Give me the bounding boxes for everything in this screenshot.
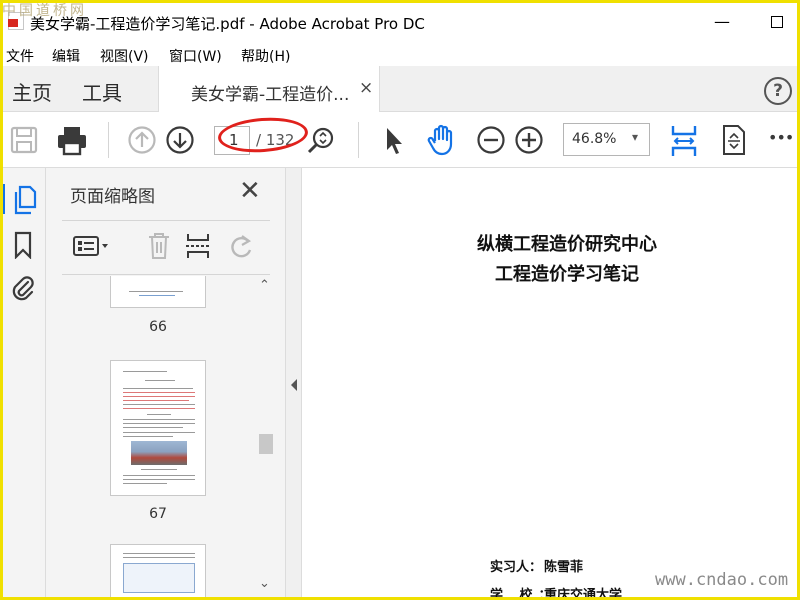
thumbnail-options-icon[interactable] [72,232,112,260]
document-title-line2: 工程造价学习笔记 [495,264,639,285]
panel-splitter[interactable] [286,168,302,600]
scroll-down-icon[interactable]: ⌄ [259,576,270,591]
active-rail-indicator [0,184,5,214]
minimize-button[interactable]: — [710,10,734,34]
toolbar-separator [358,122,359,158]
zoom-in-icon[interactable] [514,125,544,155]
more-icon[interactable]: ••• [768,128,794,147]
tab-home[interactable]: 主页 [12,77,52,106]
thumbnail-page-number: 66 [149,319,167,335]
menu-window[interactable]: 窗口(W) [169,46,222,66]
chevron-down-icon: ▾ [632,130,639,144]
maximize-button[interactable] [765,10,789,34]
menu-file[interactable]: 文件 [6,46,34,66]
title-bar: 美女学霸-工程造价学习笔记.pdf - Adobe Acrobat Pro DC… [0,0,800,44]
select-cursor-icon[interactable] [383,126,407,156]
scrollbar-thumb[interactable] [259,434,273,454]
panel-divider [62,274,270,275]
watermark-bottom-right: www.cndao.com [655,570,789,590]
save-icon[interactable] [10,126,38,154]
document-title-line1: 纵横工程造价研究中心 [477,234,657,255]
print-icon[interactable] [56,124,88,156]
thumbnail-scrollbar[interactable]: ⌃ ⌄ [256,278,276,600]
collapse-panel-icon[interactable] [289,378,299,392]
close-panel-icon[interactable]: ✕ [239,176,261,206]
school-name: 重庆交通大学 [544,588,623,600]
attachment-icon[interactable] [10,274,36,304]
menu-edit[interactable]: 编辑 [52,46,80,66]
hand-tool-icon[interactable] [425,123,459,157]
bookmark-icon[interactable] [13,231,33,259]
extract-page-icon[interactable] [184,231,212,261]
zoom-level-select[interactable]: 46.8% ▾ [563,123,650,156]
page-up-icon[interactable] [127,125,157,155]
menu-help[interactable]: 帮助(H) [241,46,290,66]
intern-label: 实习人： [490,560,543,575]
thumbnail-photo [131,441,187,465]
fullscreen-icon[interactable] [721,124,747,156]
page-thumbnails-panel: 页面缩略图 ✕ 66 67 ⌃ ⌄ [46,168,286,600]
intern-name: 陈雪菲 [544,560,584,575]
rotate-page-icon[interactable] [226,232,256,260]
menu-bar: 文件 编辑 视图(V) 窗口(W) 帮助(H) [0,44,800,66]
watermark-top-left: 中国道桥网 [2,3,87,19]
tab-tools[interactable]: 工具 [82,77,122,106]
document-view[interactable]: 纵横工程造价研究中心 工程造价学习笔记 实习人： 陈雪菲 学 校： 重庆交通大学 [302,168,800,600]
thumbnail-list[interactable]: 66 67 [46,276,286,600]
thumbnail-table [123,563,195,593]
panel-title: 页面缩略图 [70,187,155,207]
tab-document[interactable]: 美女学霸-工程造价... × [158,66,380,113]
menu-view[interactable]: 视图(V) [100,46,149,66]
delete-page-icon[interactable] [146,231,172,261]
zoom-out-icon[interactable] [476,125,506,155]
thumbnail-page-number: 67 [149,506,167,522]
toolbar-separator [108,122,109,158]
page-down-icon[interactable] [165,125,195,155]
left-navigation-rail [0,168,46,600]
close-tab-icon[interactable]: × [359,78,373,98]
document-tab-label: 美女学霸-工程造价... [191,85,350,105]
thumbnail-page-67[interactable] [110,360,206,496]
thumbnail-page-66[interactable] [110,276,206,308]
zoom-level-value: 46.8% [572,131,617,147]
scroll-up-icon[interactable]: ⌃ [259,278,270,293]
tab-bar: 主页 工具 美女学霸-工程造价... × ? [0,66,800,113]
window-title: 美女学霸-工程造价学习笔记.pdf - Adobe Acrobat Pro DC [30,15,425,33]
panel-divider [62,220,270,221]
find-zoom-icon[interactable] [306,126,336,156]
page-thumbnails-icon[interactable] [11,185,37,215]
fit-width-icon[interactable] [669,124,699,158]
thumbnail-page-68[interactable] [110,544,206,600]
toolbar: 1 / 132 46.8% ▾ ••• [0,112,800,168]
help-icon[interactable]: ? [764,77,792,105]
